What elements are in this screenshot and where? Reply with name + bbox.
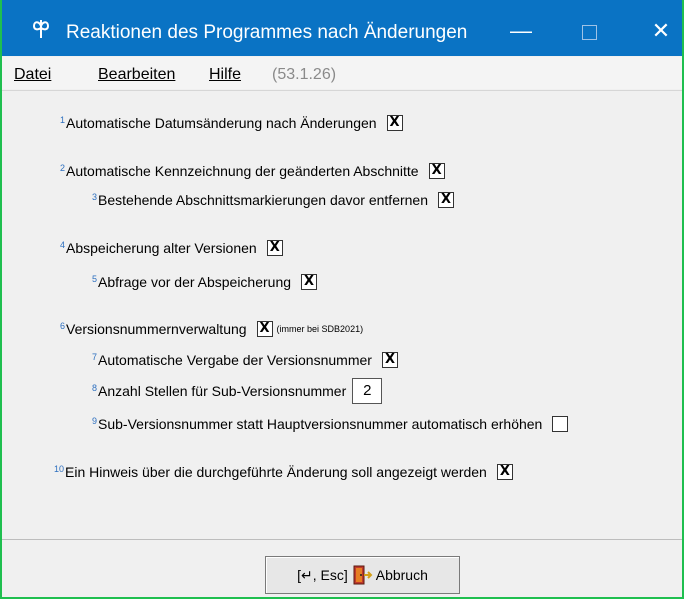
version-management-checkbox[interactable]: X [256,321,273,337]
menu-bar: Datei Bearbeiten Hilfe (53.1.26) [2,57,682,89]
option-number: 3 [92,192,98,202]
option-label: Automatische Kennzeichnung der geänderte… [66,163,419,179]
option-number: 10 [54,464,65,474]
auto-version-number-checkbox[interactable]: X [381,352,398,368]
cancel-button[interactable]: [↵, Esc] Abbruch [265,556,460,594]
menu-bearbeiten[interactable]: Bearbeiten [98,66,175,84]
footer-divider [2,539,682,540]
close-button[interactable]: ✕ [638,6,682,56]
option-label: Automatische Vergabe der Versionsnummer [98,352,372,368]
option-number: 5 [92,274,98,284]
option-10: 10 Ein Hinweis über die durchgeführte Än… [54,464,513,480]
option-3: 3 Bestehende Abschnittsmarkierungen davo… [92,192,455,208]
menu-hilfe[interactable]: Hilfe [209,66,241,84]
save-old-versions-checkbox[interactable]: X [266,240,283,256]
option-8: 8 Anzahl Stellen für Sub-Versionsnummer … [92,378,383,404]
minimize-button[interactable]: — [498,6,544,56]
option-label: Sub-Versionsnummer statt Hauptversionsnu… [98,416,543,432]
option-number: 4 [60,240,66,250]
option-label: Automatische Datumsänderung nach Änderun… [66,115,377,131]
dialog-window: Reaktionen des Programmes nach Änderunge… [0,0,684,599]
sub-version-increment-checkbox[interactable] [552,416,569,432]
option-2: 2 Automatische Kennzeichnung der geänder… [60,163,445,179]
options-panel: 1 Automatische Datumsänderung nach Änder… [2,90,682,549]
option-label: Bestehende Abschnittsmarkierungen davor … [98,192,429,208]
option-note: (immer bei SDB2021) [276,324,364,334]
option-1: 1 Automatische Datumsänderung nach Änder… [60,115,403,131]
option-label: Abfrage vor der Abspeicherung [98,274,292,290]
remove-markings-checkbox[interactable]: X [438,192,455,208]
menu-datei[interactable]: Datei [14,66,51,84]
app-icon [32,20,50,38]
option-9: 9 Sub-Versionsnummer statt Hauptversions… [92,416,569,432]
option-number: 2 [60,163,66,173]
auto-marking-checkbox[interactable]: X [428,163,445,179]
option-number: 7 [92,352,98,362]
version-label: (53.1.26) [272,66,337,83]
option-label: Ein Hinweis über die durchgeführte Änder… [65,464,487,480]
sub-version-digits-input[interactable]: 2 [352,378,383,404]
show-change-notice-checkbox[interactable]: X [496,464,513,480]
title-bar[interactable]: Reaktionen des Programmes nach Änderunge… [2,0,682,56]
option-number: 9 [92,416,98,426]
cancel-shortcut: [↵, Esc] [297,566,348,583]
ask-before-save-checkbox[interactable]: X [301,274,318,290]
exit-door-icon [353,565,373,585]
option-number: 6 [60,321,66,331]
option-label: Abspeicherung alter Versionen [66,240,257,256]
option-5: 5 Abfrage vor der Abspeicherung X [92,274,318,290]
option-4: 4 Abspeicherung alter Versionen X [60,240,283,256]
option-label: Versionsnummernverwaltung [66,321,247,337]
option-label: Anzahl Stellen für Sub-Versionsnummer [98,383,347,399]
maximize-button[interactable] [566,6,612,56]
option-7: 7 Automatische Vergabe der Versionsnumme… [92,352,398,368]
window-title: Reaktionen des Programmes nach Änderunge… [66,22,468,43]
option-6: 6 Versionsnummernverwaltung X (immer bei… [60,321,363,337]
maximize-icon [581,24,597,40]
option-number: 1 [60,115,66,125]
auto-date-checkbox[interactable]: X [386,115,403,131]
option-number: 8 [92,383,98,393]
cancel-label: Abbruch [375,567,428,583]
